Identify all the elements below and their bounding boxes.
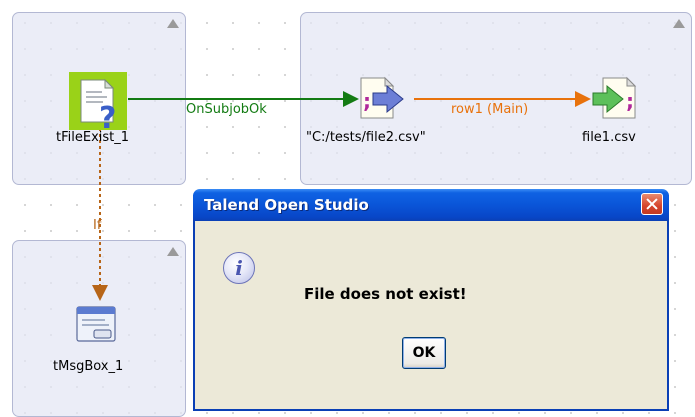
if-trigger-label: If: [93, 218, 102, 233]
file-input-csv-icon: ;: [360, 76, 404, 119]
file-exist-component[interactable]: ?: [69, 72, 127, 136]
info-icon: i: [223, 252, 255, 284]
row-main-label: row1 (Main): [451, 102, 529, 117]
file-exist-icon: ?: [69, 72, 127, 136]
svg-text:;: ;: [363, 89, 371, 113]
file-exist-label[interactable]: tFileExist_1: [56, 130, 129, 145]
dialog-message: File does not exist!: [304, 285, 467, 303]
on-subjob-ok-label: OnSubjobOk: [186, 102, 267, 117]
message-dialog: Talend Open Studio i File does not exist…: [193, 189, 669, 411]
ok-button[interactable]: OK: [402, 337, 446, 369]
dialog-titlebar[interactable]: Talend Open Studio: [193, 189, 669, 221]
file-output-component[interactable]: ;: [591, 76, 641, 122]
dialog-title: Talend Open Studio: [204, 196, 369, 214]
file-output-label[interactable]: file1.csv: [582, 130, 636, 145]
svg-text:?: ?: [99, 101, 116, 130]
file-input-label[interactable]: "C:/tests/file2.csv": [306, 130, 426, 145]
file-output-csv-icon: ;: [592, 76, 637, 119]
message-box-icon: [76, 306, 116, 342]
svg-text:;: ;: [626, 89, 634, 113]
close-icon[interactable]: [641, 193, 663, 215]
msgbox-label[interactable]: tMsgBox_1: [53, 359, 123, 374]
file-input-component[interactable]: ;: [357, 76, 407, 122]
msgbox-component[interactable]: [75, 303, 119, 345]
